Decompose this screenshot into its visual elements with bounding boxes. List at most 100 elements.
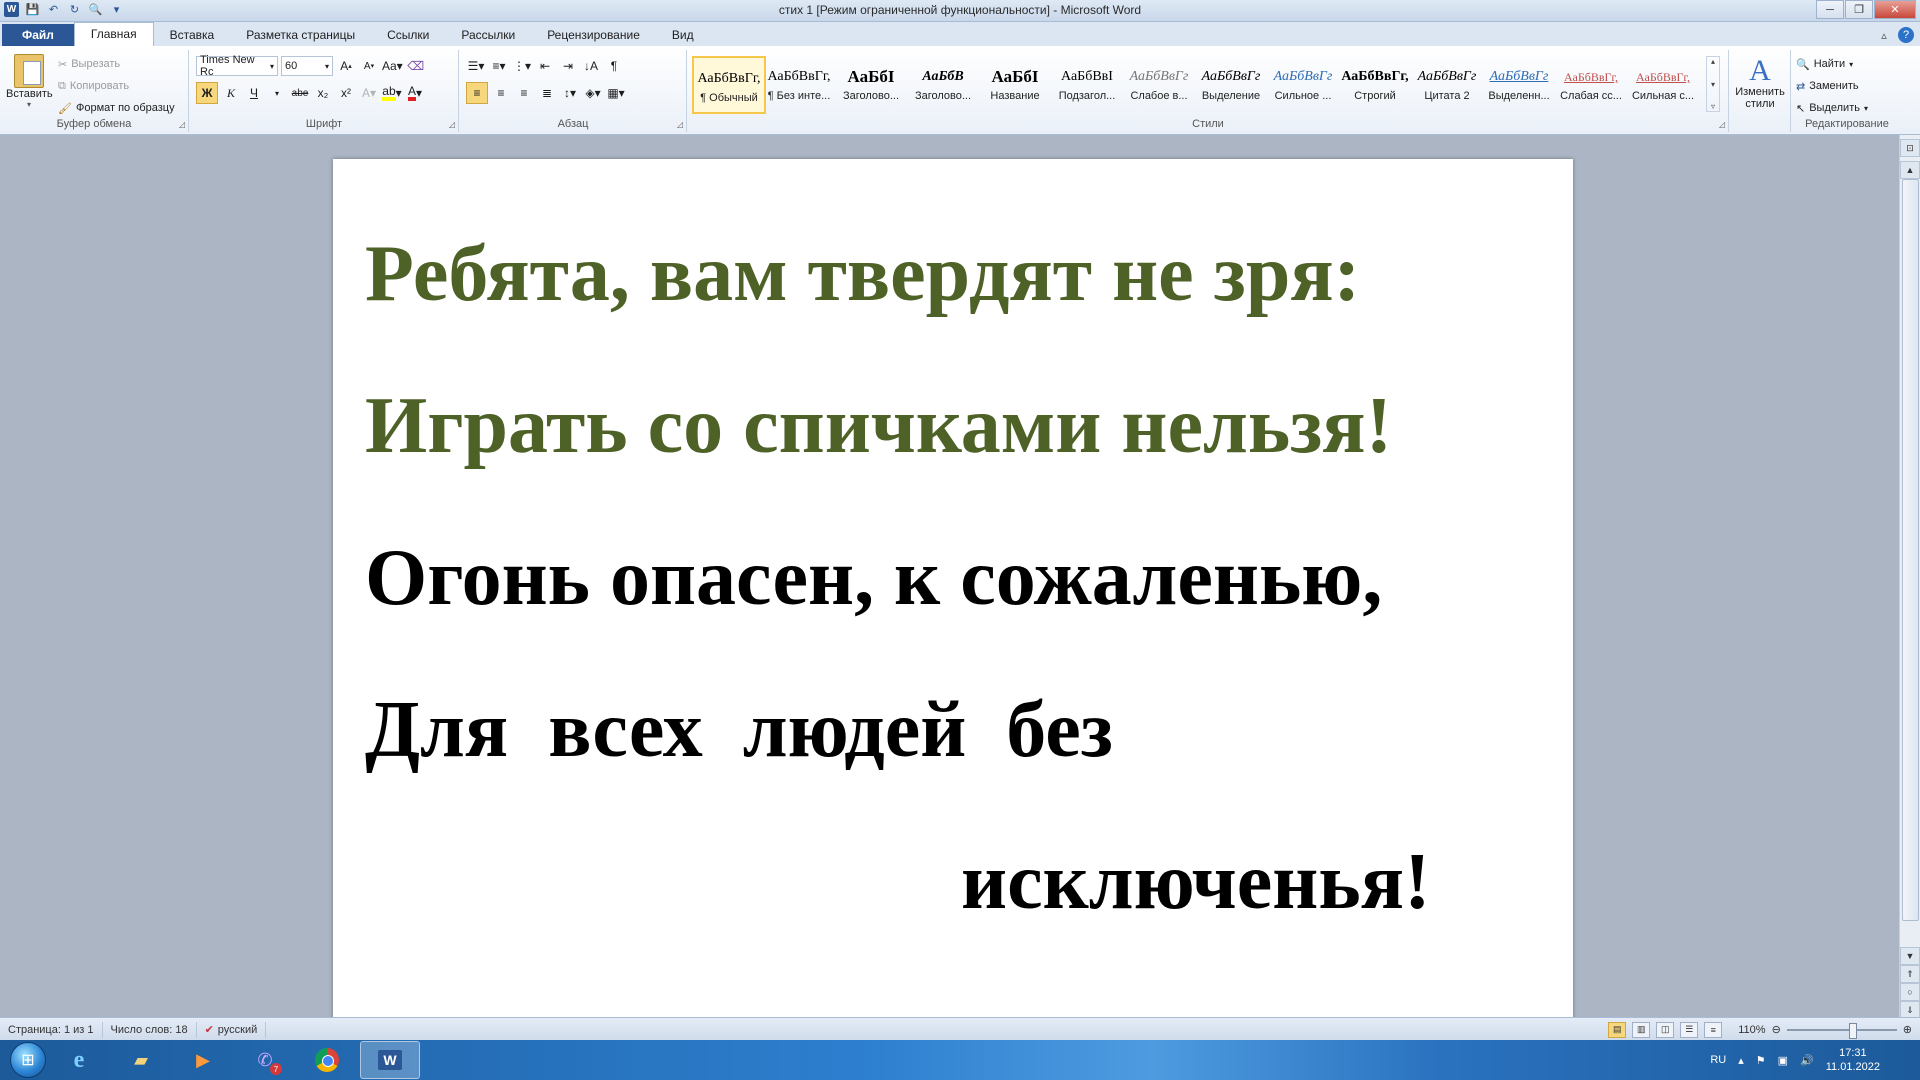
italic-button[interactable]: К — [221, 83, 241, 103]
shading-icon[interactable]: ◈▾ — [583, 83, 603, 103]
copy-button[interactable]: ⧉ Копировать — [58, 76, 175, 96]
bold-button[interactable]: Ж — [196, 82, 218, 104]
style-item[interactable]: АаБбВвГг, Строгий — [1340, 56, 1410, 110]
underline-button[interactable]: Ч — [244, 83, 264, 103]
style-item[interactable]: АаБбІ Название — [980, 56, 1050, 110]
replace-button[interactable]: ⇄ Заменить — [1796, 76, 1868, 96]
grow-font-button[interactable]: A ▴ — [336, 56, 356, 76]
language-indicator[interactable]: RU — [1710, 1054, 1726, 1066]
zoom-out-icon[interactable]: ⊖ — [1772, 1023, 1781, 1036]
style-item[interactable]: АаБбВвГг, ¶ Обычный — [692, 56, 766, 114]
align-right-icon[interactable]: ≡ — [514, 83, 534, 103]
shrink-font-button[interactable]: A ▾ — [359, 56, 379, 76]
vertical-scrollbar[interactable]: ⊡ ▲ ▼ ⇑ ○ ⇓ — [1899, 135, 1920, 1019]
prev-page-icon[interactable]: ⇑ — [1900, 965, 1920, 983]
volume-icon[interactable]: 🔊 — [1800, 1054, 1814, 1067]
style-item[interactable]: АаБбВвГг Выделение — [1196, 56, 1266, 110]
document-area[interactable]: Ребята, вам твердят не зря: Играть со сп… — [0, 135, 1900, 1017]
tray-clock[interactable]: 17:31 11.01.2022 — [1826, 1046, 1880, 1074]
paragraph-launcher-icon[interactable]: ◿ — [677, 120, 683, 129]
change-styles-button[interactable]: A Изменить стили — [1734, 56, 1786, 111]
flag-icon[interactable]: ⚑ — [1756, 1054, 1766, 1067]
find-button[interactable]: 🔍 Найти ▾ — [1796, 54, 1868, 74]
decrease-indent-icon[interactable]: ⇤ — [535, 56, 555, 76]
minimize-ribbon-icon[interactable]: ▵ — [1876, 27, 1892, 43]
status-words[interactable]: Число слов: 18 — [103, 1021, 197, 1038]
line-spacing-icon[interactable]: ↕▾ — [560, 83, 580, 103]
superscript-button[interactable]: x² — [336, 83, 356, 103]
tab-file[interactable]: Файл — [2, 24, 74, 46]
ruler-toggle-icon[interactable]: ⊡ — [1900, 139, 1920, 157]
numbering-icon[interactable]: ≡▾ — [489, 56, 509, 76]
tab-home[interactable]: Главная — [73, 22, 154, 46]
zoom-slider-knob[interactable] — [1848, 1022, 1857, 1039]
zoom-level[interactable]: 110% — [1738, 1024, 1765, 1036]
font-size-combo[interactable]: 60 ▾ — [281, 56, 333, 76]
taskbar-explorer[interactable]: ▰ — [112, 1042, 170, 1078]
styles-launcher-icon[interactable]: ◿ — [1719, 120, 1725, 129]
network-icon[interactable]: ▣ — [1778, 1054, 1788, 1067]
justify-icon[interactable]: ≣ — [537, 83, 557, 103]
style-item[interactable]: АаБбВвГг Слабое в... — [1124, 56, 1194, 110]
scroll-up-icon[interactable]: ▲ — [1900, 161, 1920, 179]
tab-insert[interactable]: Вставка — [154, 24, 231, 46]
font-launcher-icon[interactable]: ◿ — [449, 120, 455, 129]
chevron-down-icon[interactable]: ▾ — [267, 83, 287, 103]
tab-review[interactable]: Рецензирование — [531, 24, 656, 46]
status-language[interactable]: ✔ русский — [197, 1021, 267, 1038]
clear-formatting-icon[interactable]: ⌫ — [406, 56, 426, 76]
chevron-down-icon[interactable]: ▾ — [1711, 80, 1715, 89]
multilevel-list-icon[interactable]: ⋮▾ — [512, 56, 532, 76]
taskbar-viber[interactable]: ✆ 7 — [236, 1042, 294, 1078]
borders-icon[interactable]: ▦▾ — [606, 83, 626, 103]
tab-mailings[interactable]: Рассылки — [445, 24, 531, 46]
more-styles-icon[interactable]: ▿ — [1711, 102, 1715, 111]
style-item[interactable]: АаБбВвГг, Слабая сс... — [1556, 56, 1626, 110]
tab-references[interactable]: Ссылки — [371, 24, 445, 46]
minimize-button[interactable]: ─ — [1816, 0, 1844, 19]
strikethrough-button[interactable]: abe — [290, 83, 310, 103]
start-button[interactable]: ⊞ — [10, 1042, 46, 1078]
pilcrow-icon[interactable]: ¶ — [604, 56, 624, 76]
zoom-in-icon[interactable]: ⊕ — [1903, 1023, 1912, 1036]
style-item[interactable]: АаБбВвІ Подзагол... — [1052, 56, 1122, 110]
tab-view[interactable]: Вид — [656, 24, 710, 46]
bullets-icon[interactable]: ☰▾ — [466, 56, 486, 76]
help-icon[interactable]: ? — [1898, 27, 1914, 43]
subscript-button[interactable]: x₂ — [313, 83, 333, 103]
format-painter-button[interactable]: 🖌 Формат по образцу — [58, 98, 175, 118]
font-family-combo[interactable]: Times New Rc ▾ — [196, 54, 278, 78]
zoom-slider[interactable] — [1786, 1022, 1897, 1039]
sort-icon[interactable]: ↓A — [581, 56, 601, 76]
align-left-icon[interactable]: ≡ — [466, 82, 488, 104]
document-page[interactable]: Ребята, вам твердят не зря: Играть со сп… — [333, 159, 1573, 1017]
text-effects-icon[interactable]: A▾ — [359, 83, 379, 103]
style-item[interactable]: АаБбВвГг, ¶ Без инте... — [764, 56, 834, 110]
style-item[interactable]: АаБбІ Заголово... — [836, 56, 906, 110]
chevron-up-icon[interactable]: ▴ — [1711, 57, 1715, 66]
style-item[interactable]: АаБбВвГг Цитата 2 — [1412, 56, 1482, 110]
cut-button[interactable]: ✂ Вырезать — [58, 54, 175, 74]
style-item[interactable]: АаБбВвГг, Сильная с... — [1628, 56, 1698, 110]
print-layout-view-icon[interactable]: ▤ — [1608, 1021, 1627, 1038]
tab-page-layout[interactable]: Разметка страницы — [230, 24, 371, 46]
close-button[interactable]: ✕ — [1874, 0, 1916, 19]
tray-expand-icon[interactable]: ▴ — [1738, 1054, 1744, 1067]
web-layout-icon[interactable]: ◫ — [1656, 1021, 1675, 1038]
select-button[interactable]: ↖ Выделить ▾ — [1796, 98, 1868, 118]
increase-indent-icon[interactable]: ⇥ — [558, 56, 578, 76]
status-page[interactable]: Страница: 1 из 1 — [0, 1021, 103, 1038]
taskbar-internet-explorer[interactable]: e — [50, 1042, 108, 1078]
style-item[interactable]: АаБбВ Заголово... — [908, 56, 978, 110]
styles-scroll[interactable]: ▴ ▾ ▿ — [1706, 56, 1720, 112]
taskbar-media-player[interactable]: ▶ — [174, 1042, 232, 1078]
paste-button[interactable]: Вставить ▾ — [6, 54, 53, 109]
restore-button[interactable]: ❐ — [1845, 0, 1873, 19]
taskbar-chrome[interactable] — [298, 1042, 356, 1078]
align-center-icon[interactable]: ≡ — [491, 83, 511, 103]
browse-object-icon[interactable]: ○ — [1900, 983, 1920, 1001]
change-case-button[interactable]: Aa▾ — [382, 56, 403, 76]
clipboard-launcher-icon[interactable]: ◿ — [179, 120, 185, 129]
full-screen-reading-icon[interactable]: ▥ — [1632, 1021, 1651, 1038]
draft-view-icon[interactable]: ≡ — [1704, 1021, 1723, 1038]
